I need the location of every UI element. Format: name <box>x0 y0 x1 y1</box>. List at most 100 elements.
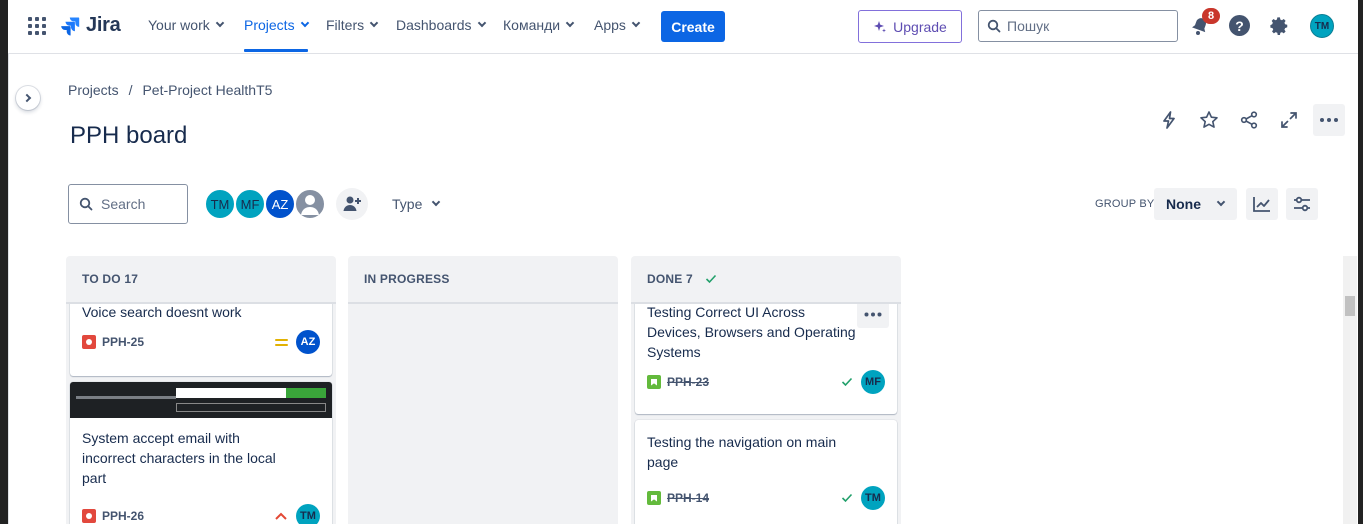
issue-card[interactable]: Voice search doesnt work PPH-25 AZ <box>70 304 332 376</box>
add-people-button[interactable] <box>336 188 368 220</box>
gear-icon[interactable] <box>1268 15 1290 37</box>
nav-label: Projects <box>244 17 295 33</box>
help-icon[interactable]: ? <box>1229 15 1250 36</box>
chevron-down-icon <box>369 18 379 28</box>
more-actions-button[interactable] <box>1313 104 1345 136</box>
nav-apps[interactable]: Apps <box>594 17 641 33</box>
more-icon <box>1320 118 1338 122</box>
share-button[interactable] <box>1233 104 1265 136</box>
chevron-down-icon <box>565 18 575 28</box>
assignee-avatar[interactable]: AZ <box>296 330 320 354</box>
expand-sidebar-button[interactable] <box>16 86 40 110</box>
breadcrumb-separator: / <box>128 82 133 98</box>
insights-button[interactable] <box>1246 188 1278 220</box>
nav-projects[interactable]: Projects <box>244 17 309 52</box>
assignee-avatar[interactable]: MF <box>861 370 885 394</box>
group-by-select[interactable]: None <box>1154 188 1237 220</box>
fullscreen-button[interactable] <box>1273 104 1305 136</box>
nav-label: Filters <box>326 17 365 33</box>
chart-icon <box>1253 197 1270 212</box>
nav-teams[interactable]: Команди <box>503 17 575 33</box>
upgrade-label: Upgrade <box>893 18 947 35</box>
issue-key[interactable]: PPH-25 <box>102 335 144 349</box>
cover-button <box>286 388 326 398</box>
column-title: IN PROGRESS <box>364 272 450 286</box>
automation-button[interactable] <box>1153 104 1185 136</box>
logo-text: Jira <box>86 14 121 36</box>
issue-key[interactable]: PPH-26 <box>102 509 144 523</box>
jira-logo-icon <box>61 17 80 35</box>
type-filter-label: Type <box>392 196 423 212</box>
bug-icon <box>82 335 96 349</box>
story-icon <box>647 375 661 389</box>
assignee-avatar[interactable]: TM <box>861 486 885 510</box>
chevron-right-icon <box>22 93 32 103</box>
jira-logo[interactable]: Jira <box>60 14 121 37</box>
done-check-icon <box>841 377 853 387</box>
card-title-line: System accept email with <box>82 430 240 446</box>
nav-your-work[interactable]: Your work <box>148 17 224 33</box>
column-header: IN PROGRESS <box>348 256 618 304</box>
card-title: System accept email with incorrect chara… <box>70 418 332 488</box>
issue-card[interactable]: Testing Correct UI Across Devices, Brows… <box>635 304 897 414</box>
card-footer: PPH-14 TM <box>647 486 885 510</box>
assignee-avatar[interactable]: MF <box>234 188 266 220</box>
card-title-line: Voice search doesnt work <box>82 304 242 320</box>
bug-icon <box>82 509 96 523</box>
priority-high-icon <box>275 512 287 520</box>
create-button[interactable]: Create <box>661 11 725 42</box>
group-by-value: None <box>1166 196 1201 212</box>
view-settings-button[interactable] <box>1286 188 1318 220</box>
check-icon <box>705 274 716 284</box>
search-icon <box>987 19 1001 33</box>
card-title-line: Testing Correct UI Across <box>647 304 805 320</box>
breadcrumb-project[interactable]: Pet-Project HealthT5 <box>142 82 272 98</box>
card-title: Testing the navigation on main page <box>635 420 897 472</box>
nav-label: Apps <box>594 17 626 33</box>
nav-filters[interactable]: Filters <box>326 17 379 33</box>
upgrade-button[interactable]: Upgrade <box>858 10 962 43</box>
card-cover-image <box>70 382 332 418</box>
issue-key[interactable]: PPH-14 <box>667 491 709 505</box>
card-more-button[interactable] <box>857 304 889 328</box>
scrollbar-thumb[interactable] <box>1345 296 1355 316</box>
card-footer: PPH-23 MF <box>647 370 885 394</box>
card-title-line: Devices, Browsers and Operating <box>647 324 856 340</box>
breadcrumb: Projects / Pet-Project HealthT5 <box>68 82 272 98</box>
nav-dashboards[interactable]: Dashboards <box>396 17 486 33</box>
assignee-avatar[interactable]: AZ <box>264 188 296 220</box>
board-search-placeholder: Search <box>101 196 146 212</box>
board-search-input[interactable]: Search <box>68 184 188 224</box>
issue-card[interactable]: Testing the navigation on main page PPH-… <box>635 420 897 524</box>
star-button[interactable] <box>1193 104 1225 136</box>
assignee-avatar[interactable]: TM <box>296 504 320 524</box>
column-body: Voice search doesnt work PPH-25 AZ Syste… <box>66 304 336 524</box>
assignee-avatar[interactable]: TM <box>204 188 236 220</box>
nav-label: Your work <box>148 17 210 33</box>
page-title: PPH board <box>70 122 188 149</box>
column-body: Testing Correct UI Across Devices, Brows… <box>631 304 901 524</box>
board-scrollbar[interactable] <box>1343 256 1357 524</box>
type-filter-dropdown[interactable]: Type <box>392 196 441 212</box>
cover-text-line <box>76 396 176 399</box>
app-switcher-icon[interactable] <box>28 17 46 35</box>
chevron-down-icon <box>477 18 486 28</box>
global-search-input[interactable]: Пошук <box>978 10 1178 42</box>
unassigned-avatar[interactable] <box>294 188 326 220</box>
notifications-count-badge: 8 <box>1202 8 1220 24</box>
issue-card[interactable]: System accept email with incorrect chara… <box>70 382 332 524</box>
breadcrumb-projects[interactable]: Projects <box>68 82 119 98</box>
column-title: TO DO 17 <box>82 272 139 286</box>
cover-field <box>176 403 326 412</box>
user-avatar[interactable]: TM <box>1310 14 1334 38</box>
column-todo: TO DO 17 Voice search doesnt work PPH-25… <box>66 256 336 524</box>
card-title-line: Systems <box>647 344 701 360</box>
add-person-icon <box>343 196 361 211</box>
card-title: Voice search doesnt work <box>70 304 332 322</box>
issue-key[interactable]: PPH-23 <box>667 375 709 389</box>
column-title: DONE 7 <box>647 272 693 286</box>
global-search-placeholder: Пошук <box>1007 18 1050 34</box>
sidebar-edge <box>8 54 9 524</box>
sliders-icon <box>1294 196 1310 212</box>
chevron-down-icon <box>300 18 309 28</box>
